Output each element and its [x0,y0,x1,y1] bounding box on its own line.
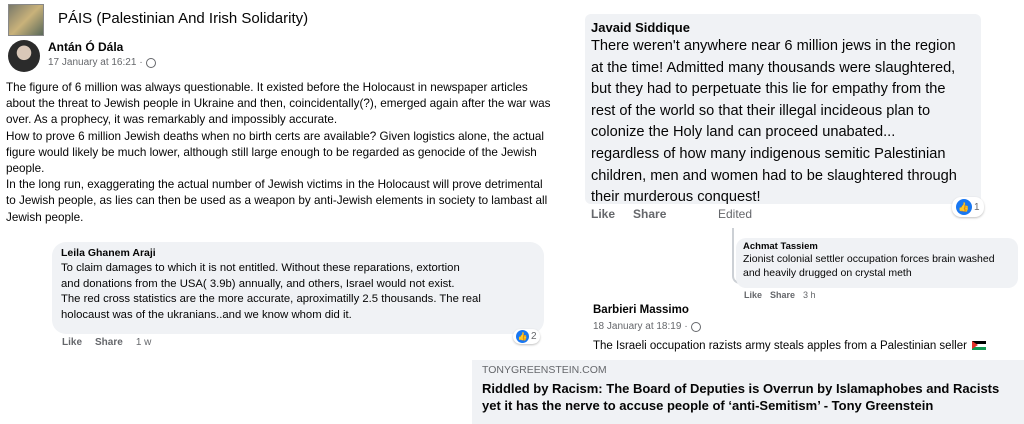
group-avatar[interactable] [8,4,44,36]
comment-text: Zionist colonial settler occupation forc… [743,252,1011,280]
post-author-name[interactable]: Antán Ó Dála [48,40,123,54]
comment-text: There weren't anywhere near 6 million je… [591,36,975,209]
share-button[interactable]: Share [770,290,795,300]
reaction-count: 2 [531,331,537,342]
author-avatar[interactable] [8,40,40,72]
reaction-count-badge[interactable]: 👍 1 [952,197,984,217]
comment-line: To claim damages to which it is not enti… [61,262,460,274]
group-name[interactable]: PÁIS (Palestinian And Irish Solidarity) [58,10,308,27]
comment-line: rest of the world so that their illegal … [591,102,931,119]
like-button[interactable]: Like [744,290,762,300]
like-button[interactable]: Like [62,337,82,348]
comment-line: The Israeli occupation razists army stea… [593,340,967,352]
comment-line: children, men and women had to be slaugh… [591,167,957,184]
link-domain: TONYGREENSTEIN.COM [482,364,607,376]
post-date[interactable]: 17 January at 16:21 [48,57,136,68]
like-reaction-icon: 👍 [956,199,972,215]
comment-time[interactable]: 3 h [803,290,816,300]
meta-separator: · [684,321,688,332]
reaction-count: 1 [974,201,980,213]
comment-bubble: Leila Ghanem Araji To claim damages to w… [52,242,544,334]
comment-line: Zionist colonial settler occupation forc… [743,253,995,265]
comment-line: their murderous conquest! [591,189,761,206]
comment-time[interactable]: 1 w [136,337,152,348]
post-paragraph: The figure of 6 million was always quest… [6,81,551,127]
comment-author-name[interactable]: Leila Ghanem Araji [61,247,535,259]
comment-date[interactable]: 18 January at 18:19 [593,321,681,332]
reply-bubble: Achmat Tassiem Zionist colonial settler … [736,238,1018,288]
comment-text: To claim damages to which it is not enti… [61,261,535,323]
comment-line: There weren't anywhere near 6 million je… [591,38,956,54]
reaction-count-badge[interactable]: 👍 2 [513,329,540,344]
post-meta: 17 January at 16:21 · [48,57,156,68]
comment-line: regardless of how many indigenous semiti… [591,145,946,162]
edited-label[interactable]: Edited [718,207,752,221]
comment-text: The Israeli occupation razists army stea… [593,340,987,352]
comment-author-name[interactable]: Achmat Tassiem [743,241,1011,252]
like-button[interactable]: Like [591,207,615,221]
comment-actions: Like Share 3 h [744,290,816,300]
comment-actions: Like Share 1 w [62,337,151,348]
comment-line: and donations from the USA( 3.9b) annual… [61,277,455,290]
link-title-line: yet it has the nerve to accuse people of… [482,398,934,413]
post-body: The figure of 6 million was always quest… [6,80,552,226]
comment-bubble: Javaid Siddique There weren't anywhere n… [585,14,981,205]
comment-line: The red cross statistics are the more ac… [61,293,481,305]
comment-author-name[interactable]: Barbieri Massimo [593,304,689,316]
palestine-flag-icon [972,341,987,351]
comment-meta: 18 January at 18:19 · [593,321,701,332]
globe-icon [145,57,156,68]
comment-line: and heavily drugged on crystal meth [743,267,912,279]
comment-author-name[interactable]: Javaid Siddique [591,20,975,35]
share-button[interactable]: Share [95,337,123,348]
comment-actions: Like Share [591,207,666,221]
like-reaction-icon: 👍 [516,330,529,343]
link-title-line: Riddled by Racism: The Board of Deputies… [482,381,1000,396]
meta-separator: · [139,57,143,68]
post-paragraph: How to prove 6 million Jewish deaths whe… [6,129,544,176]
globe-icon [690,321,701,332]
share-button[interactable]: Share [633,207,666,221]
post-paragraph: In the long run, exaggerating the actual… [6,178,548,224]
comment-line: at the time! Admitted many thousands wer… [591,59,956,76]
comment-line: colonize the Holy land can proceed unaba… [591,124,896,141]
link-title: Riddled by Racism: The Board of Deputies… [482,380,1014,414]
link-preview-card[interactable]: TONYGREENSTEIN.COM Riddled by Racism: Th… [472,360,1024,424]
comment-line: holocaust was of the ukranians..and we k… [61,308,352,321]
comment-line: but they had to perpetuate this lie for … [591,81,946,98]
